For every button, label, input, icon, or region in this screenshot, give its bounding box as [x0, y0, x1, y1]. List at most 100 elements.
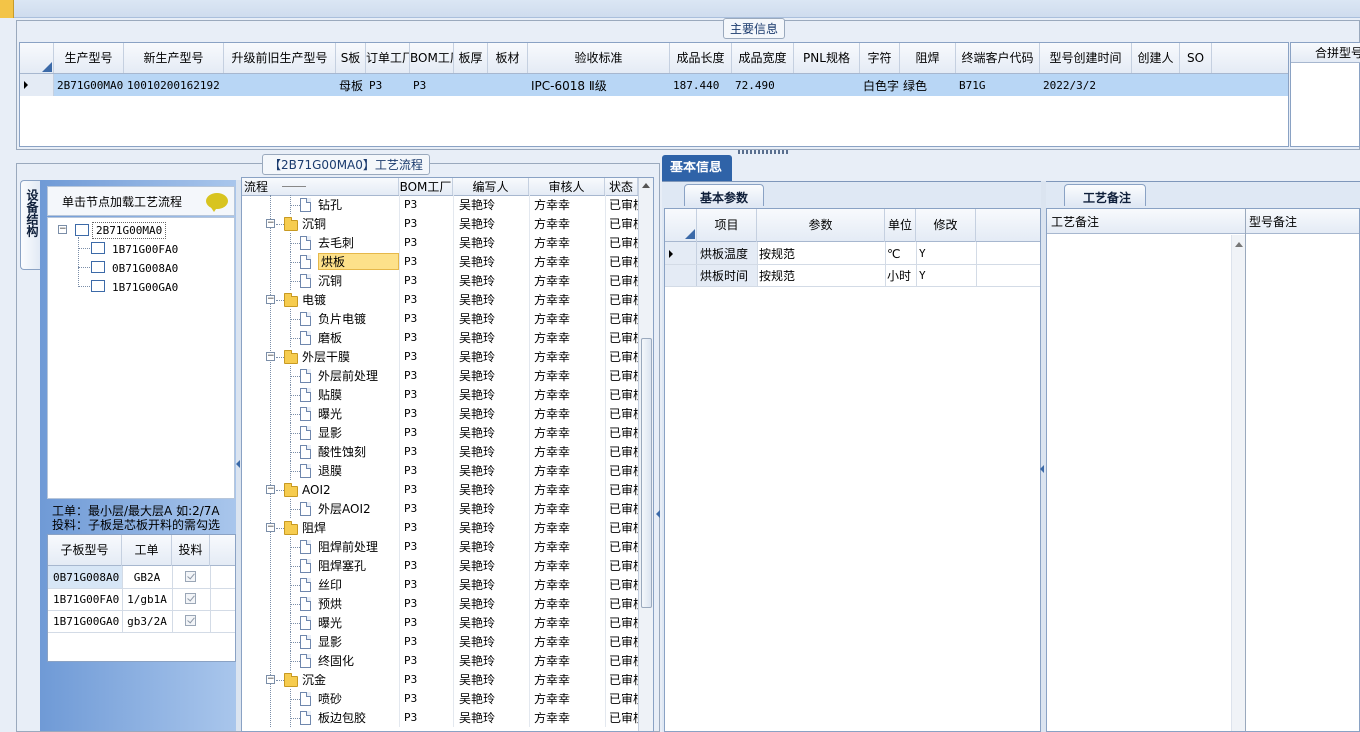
flow-row[interactable]: − 电镀 P3 吴艳玲 方幸幸 已审核 [242, 290, 638, 309]
flow-step-name[interactable]: 沉铜 [318, 275, 342, 287]
flow-row[interactable]: 丝印 P3 吴艳玲 方幸幸 已审核 [242, 575, 638, 594]
flow-step-name[interactable]: 曝光 [318, 617, 342, 629]
param-cell-param[interactable]: 按规范 [759, 270, 795, 282]
param-cell-item[interactable]: 烘板时间 [700, 270, 748, 282]
flow-row[interactable]: 磨板 P3 吴艳玲 方幸幸 已审核 [242, 328, 638, 347]
flow-row[interactable]: 终固化 P3 吴艳玲 方幸幸 已审核 [242, 651, 638, 670]
main-col-header[interactable]: 阻焊 [900, 43, 956, 73]
flow-row[interactable]: 曝光 P3 吴艳玲 方幸幸 已审核 [242, 404, 638, 423]
flow-col-header[interactable]: BOM工厂 [399, 178, 453, 195]
main-col-header[interactable]: 订单工厂 [366, 43, 410, 73]
main-col-header[interactable]: 生产型号 [54, 43, 124, 73]
flow-row[interactable]: 阻焊塞孔 P3 吴艳玲 方幸幸 已审核 [242, 556, 638, 575]
flow-row[interactable]: − 外层干膜 P3 吴艳玲 方幸幸 已审核 [242, 347, 638, 366]
flow-row[interactable]: 外层AOI2 P3 吴艳玲 方幸幸 已审核 [242, 499, 638, 518]
flow-step-name[interactable]: 丝印 [318, 579, 342, 591]
main-col-header[interactable]: 终端客户代码 [956, 43, 1040, 73]
flow-step-name[interactable]: 外层干膜 [302, 351, 350, 363]
flow-collapse-toggle[interactable]: − [266, 523, 275, 532]
main-col-header[interactable]: 板材 [488, 43, 528, 73]
process-remarks-tab[interactable]: 工艺备注 [1064, 184, 1146, 206]
flow-step-name[interactable]: 阻焊塞孔 [318, 560, 366, 572]
flow-step-name[interactable]: 阻焊前处理 [318, 541, 378, 553]
flow-row[interactable]: − 沉铜 P3 吴艳玲 方幸幸 已审核 [242, 214, 638, 233]
flow-row[interactable]: 沉铜 P3 吴艳玲 方幸幸 已审核 [242, 271, 638, 290]
main-col-header[interactable]: 板厚 [454, 43, 488, 73]
scroll-thumb[interactable] [641, 338, 652, 608]
flow-step-name[interactable]: 负片电镀 [318, 313, 366, 325]
flow-step-name[interactable]: 外层AOI2 [318, 503, 371, 515]
flow-col-header[interactable]: 编写人 [453, 178, 529, 195]
flow-step-name[interactable]: 终固化 [318, 655, 354, 667]
param-cell-unit[interactable]: 小时 [887, 270, 911, 282]
model-remarks-textarea[interactable] [1246, 235, 1359, 731]
right-splitter-arrow[interactable] [1040, 465, 1044, 473]
flow-step-name[interactable]: 阻焊 [302, 522, 326, 534]
main-col-header[interactable]: SO [1180, 43, 1212, 73]
flow-collapse-toggle[interactable]: − [266, 675, 275, 684]
flow-row[interactable]: 显影 P3 吴艳玲 方幸幸 已审核 [242, 423, 638, 442]
flow-row[interactable]: 曝光 P3 吴艳玲 方幸幸 已审核 [242, 613, 638, 632]
flow-step-name[interactable]: 显影 [318, 427, 342, 439]
flow-step-name[interactable]: 电镀 [302, 294, 326, 306]
flow-row[interactable]: 预烘 P3 吴艳玲 方幸幸 已审核 [242, 594, 638, 613]
flow-step-name[interactable]: 显影 [318, 636, 342, 648]
flow-step-name[interactable]: 预烘 [318, 598, 342, 610]
flow-step-name[interactable]: 沉金 [302, 674, 326, 686]
basic-info-tab[interactable]: 基本信息 [662, 155, 732, 181]
flow-col-header[interactable]: 状态 [605, 178, 638, 195]
main-col-header[interactable]: PNL规格 [794, 43, 860, 73]
flow-row[interactable]: 去毛刺 P3 吴艳玲 方幸幸 已审核 [242, 233, 638, 252]
flow-row[interactable]: 显影 P3 吴艳玲 方幸幸 已审核 [242, 632, 638, 651]
flow-row[interactable]: − 阻焊 P3 吴艳玲 方幸幸 已审核 [242, 518, 638, 537]
flow-row[interactable]: − AOI2 P3 吴艳玲 方幸幸 已审核 [242, 480, 638, 499]
flow-step-name[interactable]: 去毛刺 [318, 237, 354, 249]
basic-params-tab[interactable]: 基本参数 [684, 184, 764, 206]
main-col-header[interactable]: BOM工厂 [410, 43, 454, 73]
flow-row[interactable]: 退膜 P3 吴艳玲 方幸幸 已审核 [242, 461, 638, 480]
process-remarks-textarea[interactable] [1047, 235, 1245, 731]
flow-collapse-toggle[interactable]: − [266, 219, 275, 228]
main-col-header[interactable]: 验收标准 [528, 43, 670, 73]
scroll-up-icon[interactable] [1235, 242, 1243, 247]
flow-step-name[interactable]: 沉铜 [302, 218, 326, 230]
main-col-header[interactable]: 成品长度 [670, 43, 732, 73]
flow-col-header[interactable]: 审核人 [529, 178, 605, 195]
flow-row[interactable]: 板边包胶 P3 吴艳玲 方幸幸 已审核 [242, 708, 638, 727]
flow-collapse-toggle[interactable]: − [266, 295, 275, 304]
flow-step-name[interactable]: AOI2 [302, 484, 331, 496]
flow-step-name[interactable]: 退膜 [318, 465, 342, 477]
flow-step-name[interactable]: 喷砂 [318, 693, 342, 705]
flow-col-header[interactable]: 流程 [242, 178, 399, 195]
param-cell-modify[interactable]: Y [919, 248, 926, 259]
main-info-row[interactable]: 2B71G00MA0 10010200162192 母板 P3 P3 IPC-6018 Ⅱ… [20, 74, 1288, 96]
flow-step-name[interactable]: 钻孔 [318, 199, 342, 211]
process-flow-scrollbar[interactable] [638, 178, 653, 731]
flow-row[interactable]: 贴膜 P3 吴艳玲 方幸幸 已审核 [242, 385, 638, 404]
flow-row[interactable]: 外层前处理 P3 吴艳玲 方幸幸 已审核 [242, 366, 638, 385]
flow-row[interactable]: − 沉金 P3 吴艳玲 方幸幸 已审核 [242, 670, 638, 689]
main-col-header[interactable]: 新生产型号 [124, 43, 224, 73]
main-col-header[interactable]: 升级前旧生产型号 [224, 43, 336, 73]
flow-collapse-toggle[interactable]: − [266, 485, 275, 494]
main-col-header[interactable]: 成品宽度 [732, 43, 794, 73]
flow-row[interactable]: 烘板 P3 吴艳玲 方幸幸 已审核 [242, 252, 638, 271]
mid-splitter-arrow[interactable] [656, 510, 660, 518]
flow-step-name[interactable]: 贴膜 [318, 389, 342, 401]
flow-row[interactable]: 喷砂 P3 吴艳玲 方幸幸 已审核 [242, 689, 638, 708]
param-cell-param[interactable]: 按规范 [759, 248, 795, 260]
main-col-header[interactable]: 字符 [860, 43, 900, 73]
flow-step-name[interactable]: 烘板 [318, 253, 399, 270]
horizontal-splitter[interactable] [738, 150, 788, 154]
param-cell-modify[interactable]: Y [919, 270, 926, 281]
flow-row[interactable]: 负片电镀 P3 吴艳玲 方幸幸 已审核 [242, 309, 638, 328]
flow-row[interactable]: 阻焊前处理 P3 吴艳玲 方幸幸 已审核 [242, 537, 638, 556]
param-cell-unit[interactable]: ℃ [887, 248, 900, 260]
flow-step-name[interactable]: 磨板 [318, 332, 342, 344]
main-col-header[interactable]: 型号创建时间 [1040, 43, 1132, 73]
flow-row[interactable]: 酸性蚀刻 P3 吴艳玲 方幸幸 已审核 [242, 442, 638, 461]
remarks-scrollbar[interactable] [1231, 235, 1245, 731]
scroll-up-icon[interactable] [642, 183, 650, 188]
flow-step-name[interactable]: 曝光 [318, 408, 342, 420]
flow-step-name[interactable]: 酸性蚀刻 [318, 446, 366, 458]
